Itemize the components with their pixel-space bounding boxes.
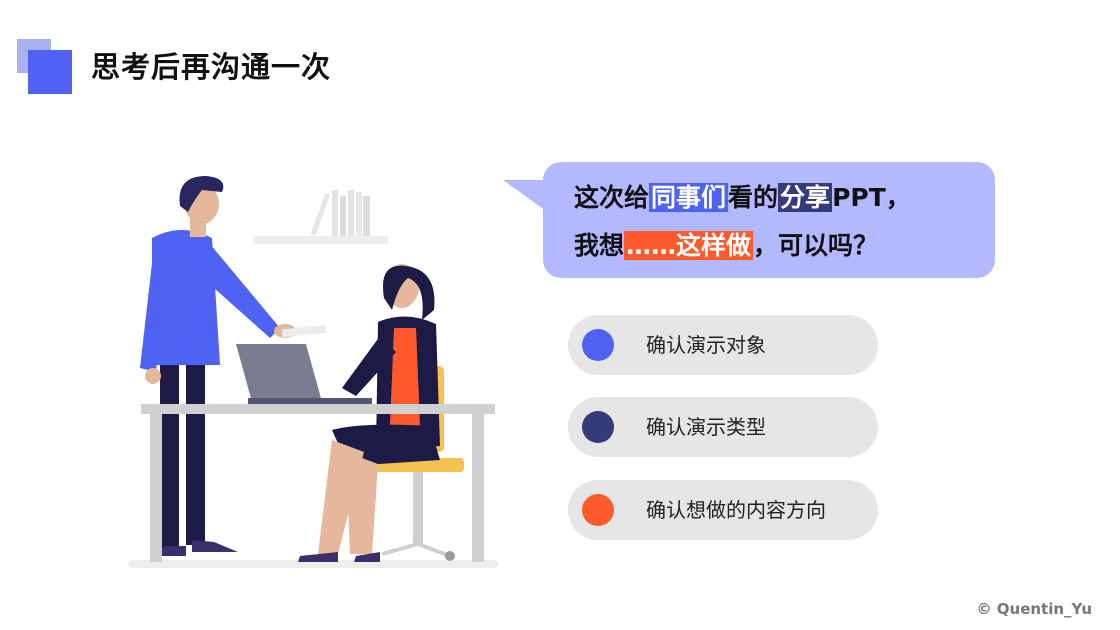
option-confirm-type[interactable]: 确认演示类型: [568, 397, 878, 457]
copyright: © Quentin_Yu: [976, 600, 1092, 618]
highlight-share: 分享: [778, 183, 833, 212]
option-label: 确认演示类型: [646, 415, 766, 439]
bubble-line-2: 我想……这样做，可以吗？: [574, 228, 878, 264]
bubble-text: ，可以吗？: [753, 231, 879, 260]
shelf-with-books: [254, 190, 388, 244]
logo-square-front: [28, 50, 72, 94]
option-label: 确认想做的内容方向: [646, 498, 826, 522]
bubble-text: 这次给: [574, 183, 650, 212]
highlight-colleagues: 同事们: [649, 183, 729, 212]
option-confirm-audience[interactable]: 确认演示对象: [568, 315, 878, 375]
orange-dot-icon: [582, 494, 614, 526]
page-title: 思考后再沟通一次: [91, 50, 332, 84]
bubble-text: 看的: [728, 183, 779, 212]
bubble-text: 我想: [574, 231, 625, 260]
option-label: 确认演示对象: [646, 333, 766, 357]
office-illustration: [128, 176, 498, 568]
bubble-line-1: 这次给同事们看的分享PPT，: [574, 180, 911, 216]
navy-dot-icon: [582, 411, 614, 443]
option-confirm-content[interactable]: 确认想做的内容方向: [568, 480, 878, 540]
bubble-text: PPT，: [832, 183, 911, 212]
highlight-plan: ……这样做: [624, 231, 754, 260]
blue-dot-icon: [582, 329, 614, 361]
